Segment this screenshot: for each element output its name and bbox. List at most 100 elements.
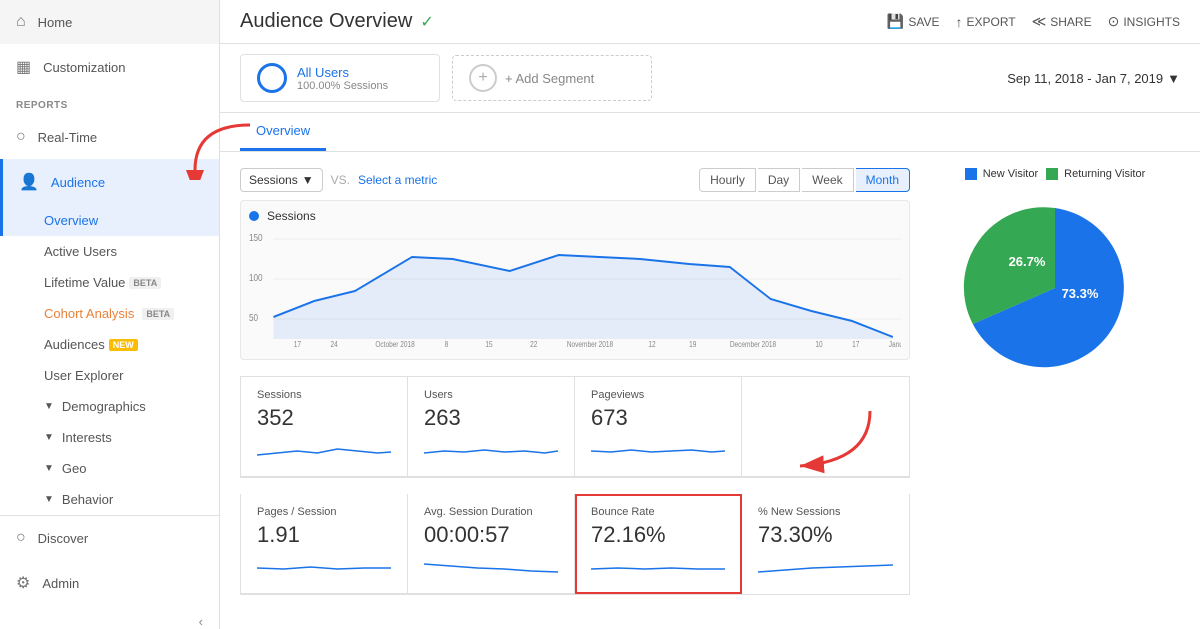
pages-sparkline <box>257 554 391 578</box>
share-button[interactable]: ≪ SHARE <box>1032 13 1092 30</box>
sidebar-behavior-label: Behavior <box>62 492 113 507</box>
sidebar-lifetime-value-label: Lifetime Value <box>44 275 125 290</box>
metric-new-sessions: % New Sessions 73.30% <box>742 494 909 594</box>
hourly-button[interactable]: Hourly <box>699 168 756 192</box>
sessions-sparkline <box>257 437 391 461</box>
right-panel: New Visitor Returning Visitor <box>930 168 1180 595</box>
tab-overview[interactable]: Overview <box>240 113 326 151</box>
expand-demographics-icon: ▼ <box>44 401 54 412</box>
sidebar-item-home[interactable]: ⌂ Home <box>0 0 219 44</box>
clock-icon: ○ <box>16 128 26 146</box>
main-content: Audience Overview ✓ 💾 SAVE ↑ EXPORT ≪ SH… <box>220 0 1200 629</box>
segment-bar: All Users 100.00% Sessions + + Add Segme… <box>220 44 1200 113</box>
sidebar-item-active-users[interactable]: Active Users <box>0 236 219 267</box>
sidebar-item-cohort[interactable]: Cohort Analysis BETA <box>0 298 219 329</box>
sidebar-item-lifetime-value[interactable]: Lifetime Value BETA <box>0 267 219 298</box>
metric-users: Users 263 <box>408 377 575 477</box>
add-segment-button[interactable]: + + Add Segment <box>452 55 652 101</box>
segment-info: All Users 100.00% Sessions <box>297 65 388 92</box>
insights-icon: ⊙ <box>1108 13 1120 30</box>
svg-text:Janua...: Janua... <box>889 339 901 349</box>
month-button[interactable]: Month <box>856 168 910 192</box>
metrics-grid-bottom: Pages / Session 1.91 Avg. Session Durati… <box>240 494 910 595</box>
svg-text:100: 100 <box>249 272 263 283</box>
new-visitor-label: New Visitor <box>983 168 1038 180</box>
date-range-label: Sep 11, 2018 - Jan 7, 2019 <box>1007 71 1163 86</box>
sidebar-demographics-label: Demographics <box>62 399 146 414</box>
users-sparkline <box>424 437 558 461</box>
day-button[interactable]: Day <box>758 168 800 192</box>
sidebar-interests-label: Interests <box>62 430 112 445</box>
sidebar-item-interests[interactable]: ▼ Interests <box>0 422 219 453</box>
pages-session-value: 1.91 <box>257 522 391 548</box>
segment-circle <box>257 63 287 93</box>
sidebar-customization-label: Customization <box>43 60 125 75</box>
week-button[interactable]: Week <box>802 168 853 192</box>
topbar-left: Audience Overview ✓ <box>240 10 434 33</box>
svg-text:15: 15 <box>485 339 492 349</box>
customization-icon: ▦ <box>16 57 31 77</box>
new-visitor-color <box>965 168 977 180</box>
time-buttons: Hourly Day Week Month <box>699 168 910 192</box>
sidebar-item-realtime[interactable]: ○ Real-Time <box>0 115 219 159</box>
sidebar-item-overview[interactable]: Overview <box>0 205 219 236</box>
svg-text:26.7%: 26.7% <box>1009 254 1046 269</box>
legend-label: Sessions <box>267 209 316 223</box>
svg-text:November 2018: November 2018 <box>567 339 613 349</box>
content-area: Sessions ▼ VS. Select a metric Hourly Da… <box>220 152 1200 629</box>
share-icon: ≪ <box>1032 13 1047 30</box>
select-metric-link[interactable]: Select a metric <box>358 173 437 187</box>
new-visitor-legend: New Visitor <box>965 168 1038 180</box>
sidebar-item-discover[interactable]: ○ Discover <box>0 516 219 560</box>
sidebar-item-user-explorer[interactable]: User Explorer <box>0 360 219 391</box>
avg-duration-label: Avg. Session Duration <box>424 506 558 518</box>
svg-text:10: 10 <box>815 339 822 349</box>
sidebar-item-customization[interactable]: ▦ Customization <box>0 44 219 90</box>
pie-chart: 73.3% 26.7% <box>955 188 1155 388</box>
date-range[interactable]: Sep 11, 2018 - Jan 7, 2019 ▼ <box>1007 71 1180 86</box>
svg-text:December 2018: December 2018 <box>730 339 776 349</box>
metric-pageviews: Pageviews 673 <box>575 377 742 477</box>
segment-name: All Users <box>297 65 388 80</box>
svg-text:17: 17 <box>294 339 301 349</box>
sidebar-item-audience[interactable]: 👤 Audience <box>0 159 219 205</box>
new-sessions-label: % New Sessions <box>758 506 893 518</box>
expand-geo-icon: ▼ <box>44 463 54 474</box>
bounce-rate-value: 72.16% <box>591 522 725 548</box>
chart-legend: Sessions <box>249 209 901 223</box>
vs-label: VS. <box>331 173 350 187</box>
verified-icon: ✓ <box>420 12 433 32</box>
new-sessions-sparkline <box>758 554 893 578</box>
sidebar-item-geo[interactable]: ▼ Geo <box>0 453 219 484</box>
sidebar-item-demographics[interactable]: ▼ Demographics <box>0 391 219 422</box>
svg-text:12: 12 <box>648 339 655 349</box>
users-label: Users <box>424 389 558 401</box>
svg-text:22: 22 <box>530 339 537 349</box>
sessions-metric-dropdown[interactable]: Sessions ▼ <box>240 168 323 192</box>
dropdown-arrow-icon: ▼ <box>302 173 314 187</box>
topbar-right: 💾 SAVE ↑ EXPORT ≪ SHARE ⊙ INSIGHTS <box>887 13 1180 30</box>
sidebar: ⌂ Home ▦ Customization REPORTS ○ Real-Ti… <box>0 0 220 629</box>
sidebar-item-audiences[interactable]: Audiences NEW <box>0 329 219 360</box>
sidebar-home-label: Home <box>38 15 73 30</box>
add-segment-label: + Add Segment <box>505 71 594 86</box>
chevron-left-icon: ‹ <box>199 614 203 629</box>
all-users-segment[interactable]: All Users 100.00% Sessions <box>240 54 440 102</box>
save-button[interactable]: 💾 SAVE <box>887 13 940 30</box>
sidebar-audiences-label: Audiences <box>44 337 105 352</box>
export-button[interactable]: ↑ EXPORT <box>955 14 1015 30</box>
pageviews-label: Pageviews <box>591 389 725 401</box>
segment-sub: 100.00% Sessions <box>297 80 388 92</box>
chart-container: Sessions 150 100 50 <box>240 200 910 360</box>
sidebar-collapse-button[interactable]: ‹ <box>0 606 219 629</box>
add-segment-circle: + <box>469 64 497 92</box>
export-icon: ↑ <box>955 14 962 30</box>
pageviews-value: 673 <box>591 405 725 431</box>
insights-button[interactable]: ⊙ INSIGHTS <box>1108 13 1180 30</box>
sidebar-item-admin[interactable]: ⚙ Admin <box>0 560 219 606</box>
svg-text:73.3%: 73.3% <box>1062 286 1099 301</box>
sidebar-item-behavior[interactable]: ▼ Behavior <box>0 484 219 515</box>
duration-sparkline <box>424 554 558 578</box>
sidebar-audience-label: Audience <box>51 175 105 190</box>
sidebar-admin-label: Admin <box>42 576 79 591</box>
